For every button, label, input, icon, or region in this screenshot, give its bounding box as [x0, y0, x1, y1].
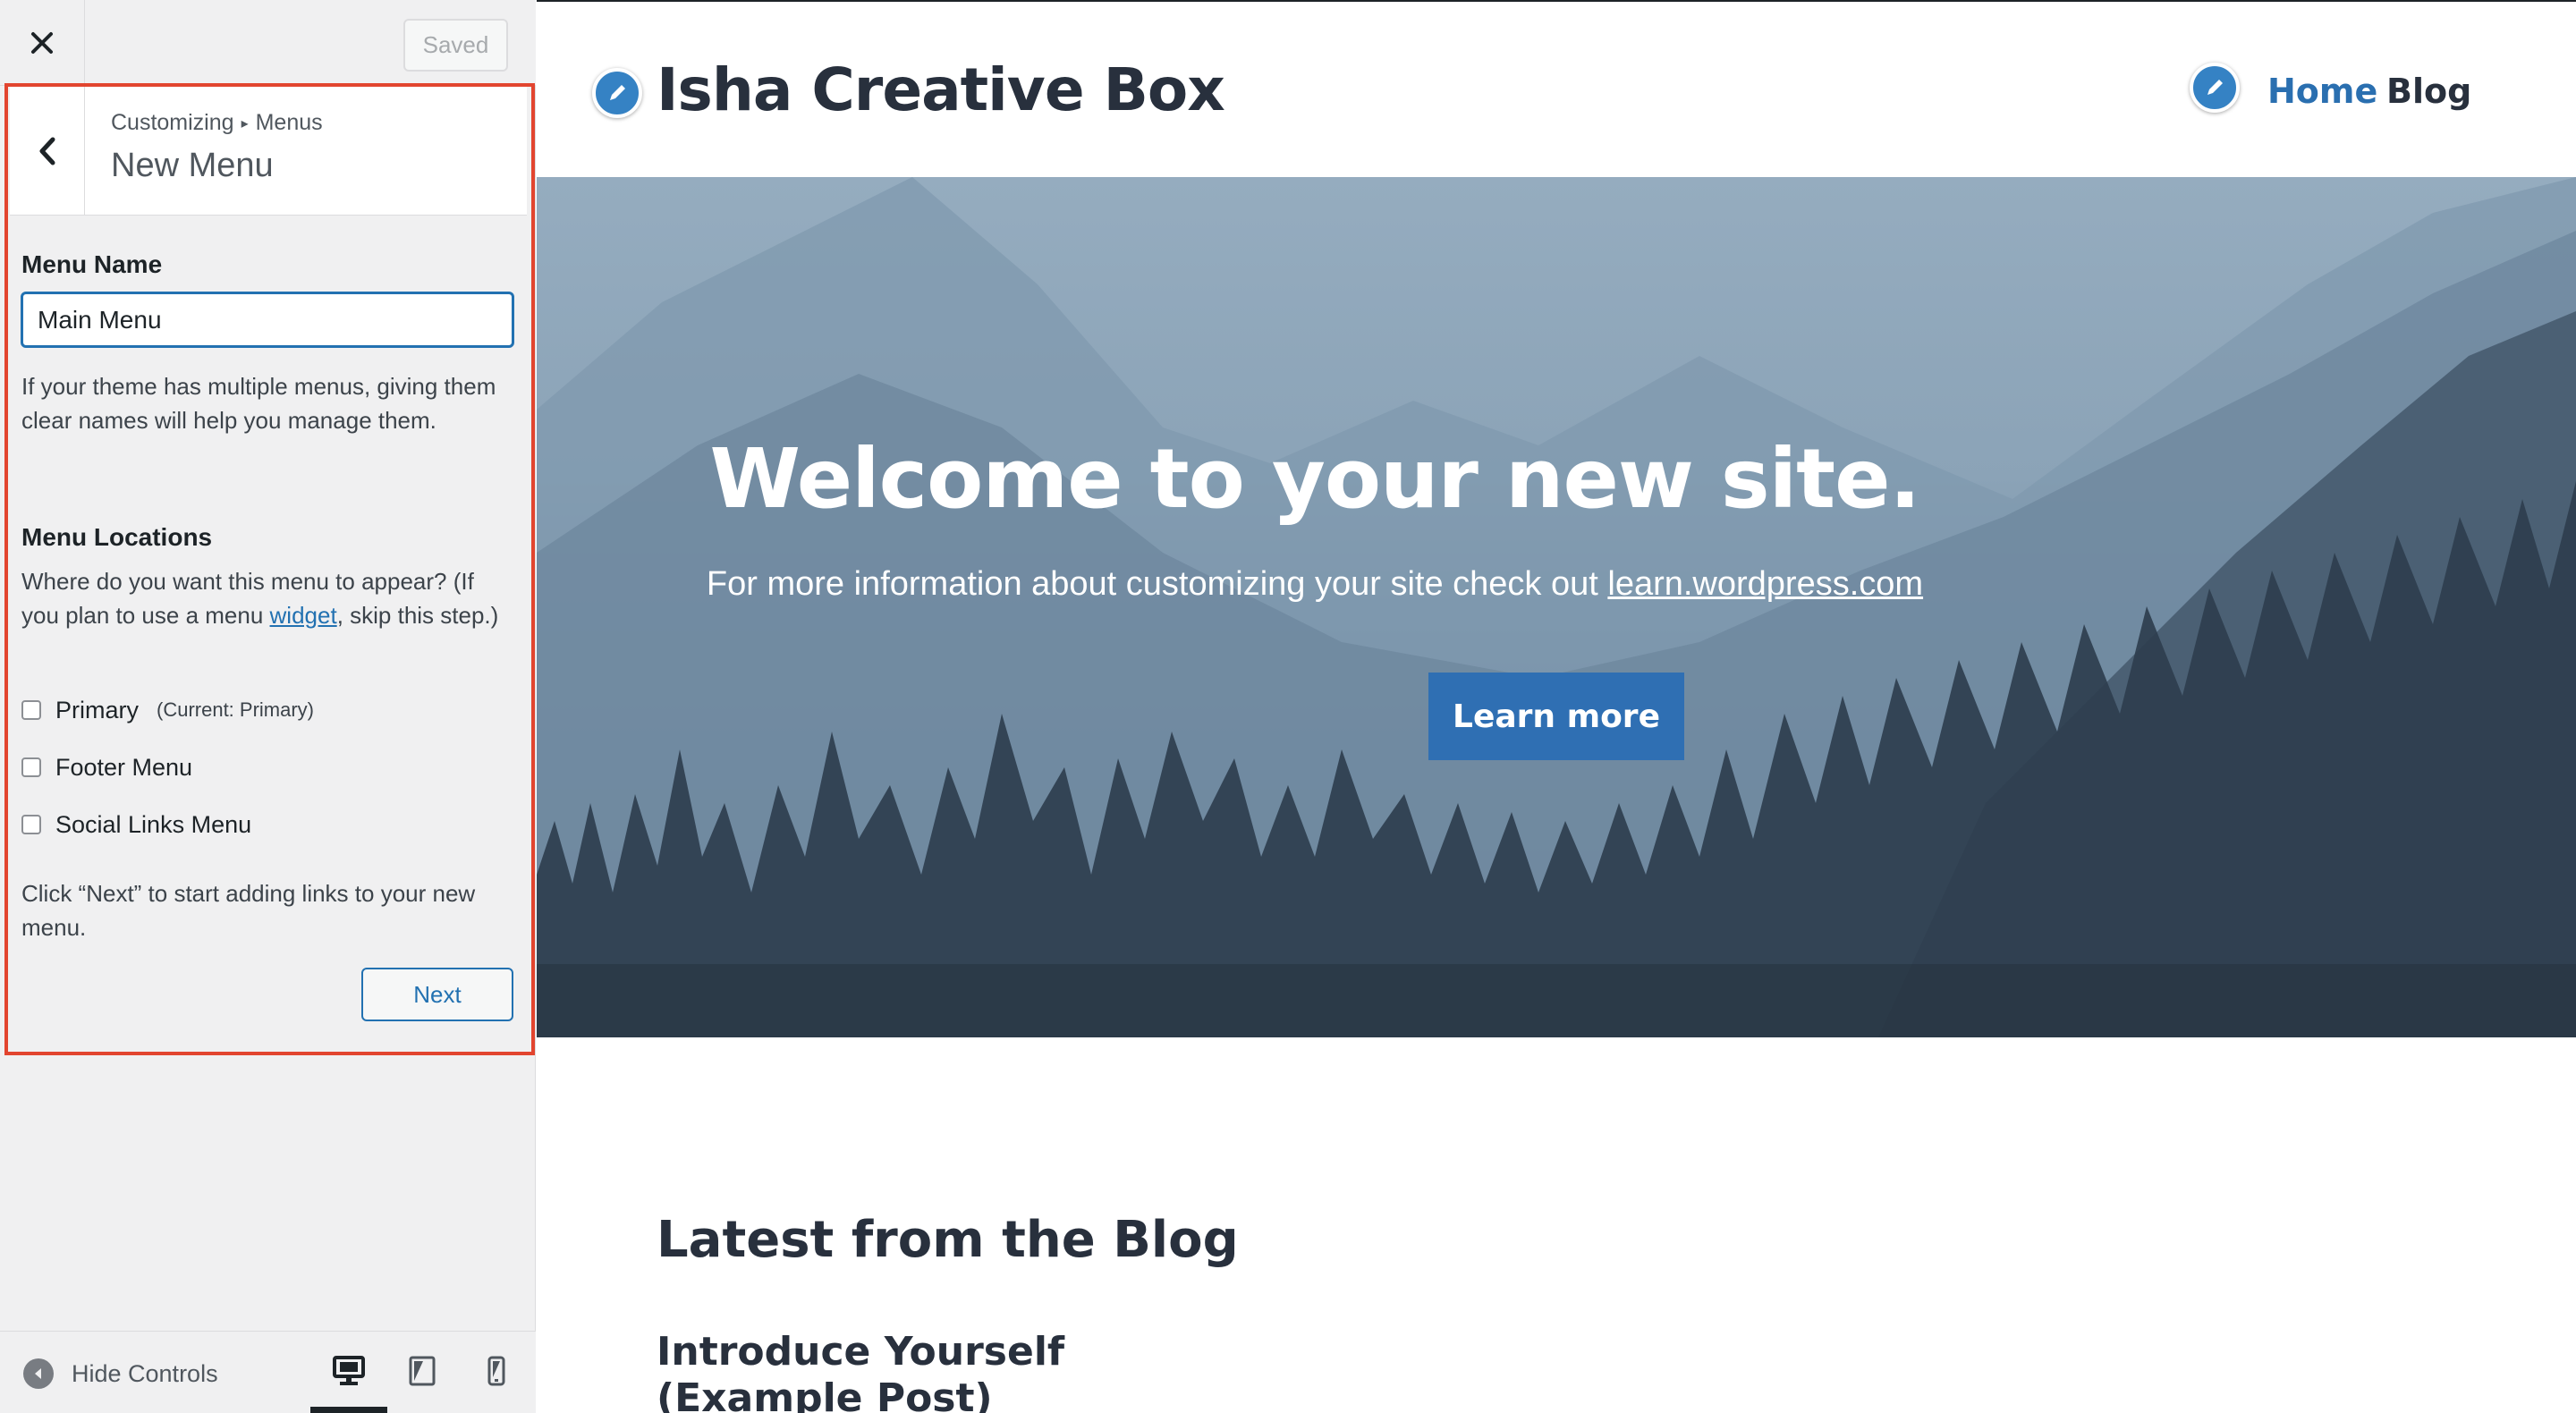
section-title: New Menu	[111, 147, 274, 184]
edit-menu-shortcut[interactable]	[2190, 63, 2240, 113]
hero-subtitle-text: For more information about customizing y…	[706, 565, 1608, 603]
breadcrumb-separator-icon: ▸	[241, 116, 249, 131]
breadcrumb-child: Menus	[255, 110, 323, 135]
menu-name-input[interactable]	[21, 292, 514, 348]
learn-wordpress-link[interactable]: learn.wordpress.com	[1607, 565, 1923, 603]
back-button[interactable]	[10, 86, 85, 216]
blog-section-heading: Latest from the Blog	[657, 1211, 1239, 1269]
next-hint: Click “Next” to start adding links to yo…	[21, 880, 476, 941]
menu-name-label: Menu Name	[21, 250, 163, 278]
location-primary-checkbox[interactable]	[21, 700, 41, 720]
hide-controls-label: Hide Controls	[72, 1359, 218, 1387]
customizer-top-bar: Saved	[0, 0, 536, 86]
locations-help-text-end: , skip this step.)	[336, 602, 499, 629]
mountain-forest-image	[537, 177, 2576, 1037]
pencil-icon	[2207, 80, 2223, 95]
nav-blog-link[interactable]: Blog	[2386, 72, 2471, 111]
tablet-icon	[409, 1356, 436, 1386]
breadcrumb: Customizing ▸ Menus	[111, 110, 323, 136]
preview-mobile-button[interactable]	[479, 1353, 514, 1389]
site-title[interactable]: Isha Creative Box	[657, 55, 1225, 124]
menu-locations-label: Menu Locations	[21, 523, 213, 551]
hero-cover: Welcome to your new site. For more infor…	[537, 177, 2576, 1037]
location-primary-current-note: (Current: Primary)	[157, 698, 315, 721]
saved-button[interactable]: Saved	[403, 19, 508, 72]
chevron-left-icon	[39, 137, 55, 165]
learn-more-button[interactable]: Learn more	[1428, 673, 1684, 760]
location-social-links-checkbox[interactable]	[21, 815, 41, 834]
menu-locations-help: Where do you want this menu to appear? (…	[21, 564, 504, 632]
customizer-footer: Hide Controls	[0, 1331, 536, 1413]
edit-site-title-shortcut[interactable]	[592, 68, 642, 118]
site-header: Isha Creative Box Home Blog	[537, 2, 2576, 177]
location-footer-menu-checkbox[interactable]	[21, 757, 41, 777]
preview-desktop-button[interactable]	[331, 1353, 367, 1389]
breadcrumb-parent: Customizing	[111, 110, 234, 135]
site-preview: Isha Creative Box Home Blog Welcome to y…	[537, 0, 2576, 1413]
active-device-indicator	[310, 1407, 387, 1413]
preview-tablet-button[interactable]	[404, 1353, 440, 1389]
next-button[interactable]: Next	[361, 968, 513, 1021]
location-primary-label: Primary	[55, 696, 139, 723]
location-footer-menu-label: Footer Menu	[55, 753, 193, 781]
location-social-links-label: Social Links Menu	[55, 810, 252, 838]
desktop-icon	[333, 1356, 365, 1385]
menu-name-help: If your theme has multiple menus, giving…	[21, 373, 496, 434]
location-social-links-menu[interactable]: Social Links Menu	[21, 808, 251, 841]
customizer-sidebar: Saved Customizing ▸ Menus New Menu Menu Na…	[0, 0, 536, 1413]
location-primary[interactable]: Primary (Current: Primary)	[21, 694, 314, 726]
mobile-icon	[487, 1356, 505, 1386]
widget-link[interactable]: widget	[270, 602, 337, 629]
arrow-left-circle-icon	[23, 1358, 54, 1389]
close-icon	[31, 32, 53, 54]
location-footer-menu[interactable]: Footer Menu	[21, 751, 192, 783]
pencil-icon	[610, 85, 625, 100]
section-header: Customizing ▸ Menus New Menu	[10, 86, 527, 216]
hide-controls-button[interactable]: Hide Controls	[23, 1358, 218, 1389]
post-title-link[interactable]: Introduce Yourself (Example Post)	[657, 1329, 1193, 1413]
hero-title: Welcome to your new site.	[709, 431, 1921, 527]
hero-subtitle: For more information about customizing y…	[537, 565, 2093, 604]
close-customizer-button[interactable]	[0, 0, 85, 86]
nav-home-link[interactable]: Home	[2267, 72, 2377, 111]
